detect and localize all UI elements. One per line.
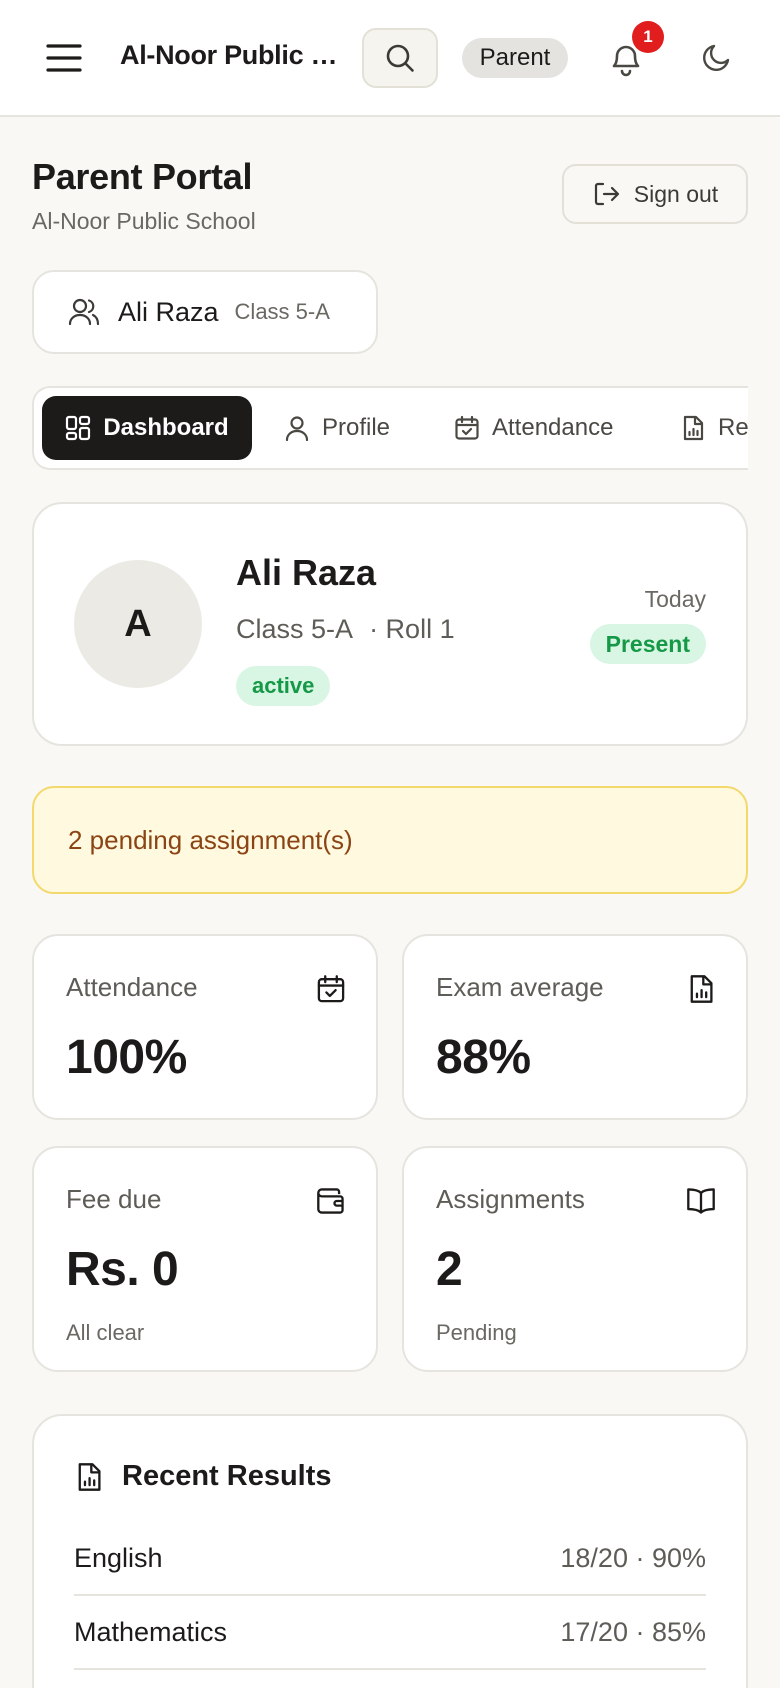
calendar-check-icon bbox=[454, 415, 480, 441]
tab-bar: Dashboard Profile Attendance Re bbox=[32, 386, 748, 470]
student-roll: · Roll 1 bbox=[369, 614, 455, 644]
theme-toggle-button[interactable] bbox=[700, 40, 734, 74]
notification-count-badge: 1 bbox=[632, 21, 664, 53]
today-label: Today bbox=[644, 586, 706, 612]
result-row: Mathematics 17/20 · 85% bbox=[74, 1596, 706, 1670]
user-icon bbox=[284, 415, 310, 441]
tab-label: Profile bbox=[322, 414, 391, 441]
student-class: Class 5-A bbox=[236, 614, 352, 644]
tab-attendance[interactable]: Attendance bbox=[454, 396, 613, 460]
avatar: A bbox=[74, 560, 202, 688]
menu-icon[interactable] bbox=[44, 38, 84, 78]
stat-value: 100% bbox=[66, 1031, 187, 1084]
page-title: Parent Portal bbox=[32, 156, 253, 197]
student-meta: Class 5-A · Roll 1 bbox=[236, 614, 455, 645]
child-class: Class 5-A bbox=[234, 299, 330, 324]
status-badge: active bbox=[236, 666, 331, 706]
school-name: Al-Noor Public School bbox=[120, 40, 338, 70]
moon-icon bbox=[700, 40, 734, 74]
file-chart-icon bbox=[74, 1462, 104, 1492]
users-icon bbox=[68, 296, 100, 328]
result-row: English 18/20 · 90% bbox=[74, 1522, 706, 1596]
attendance-stat-card: Attendance 100% bbox=[32, 934, 378, 1120]
results-title: Recent Results bbox=[122, 1460, 332, 1492]
attendance-status-badge: Present bbox=[589, 624, 706, 664]
search-icon bbox=[384, 42, 416, 74]
student-name: Ali Raza bbox=[236, 552, 377, 593]
stat-value: 2 bbox=[436, 1243, 463, 1296]
results-header: Recent Results bbox=[74, 1460, 332, 1493]
stat-value: Rs. 0 bbox=[66, 1243, 179, 1296]
student-summary-card: A Ali Raza Class 5-A · Roll 1 active Tod… bbox=[32, 502, 748, 746]
tab-label: Dashboard bbox=[103, 414, 229, 441]
calendar-check-icon bbox=[316, 974, 346, 1004]
wallet-icon bbox=[316, 1186, 346, 1216]
result-subject: English bbox=[74, 1542, 163, 1573]
stat-label: Assignments bbox=[436, 1184, 585, 1214]
stat-subtext: All clear bbox=[66, 1320, 145, 1345]
child-selector[interactable]: Ali Raza Class 5-A bbox=[32, 270, 378, 354]
recent-results-card: Recent Results English 18/20 · 90% Mathe… bbox=[32, 1414, 748, 1688]
tab-profile[interactable]: Profile bbox=[284, 396, 390, 460]
assignments-stat-card: Assignments 2 Pending bbox=[402, 1146, 748, 1372]
tab-label: Re bbox=[718, 414, 748, 441]
pending-assignments-alert: 2 pending assignment(s) bbox=[32, 786, 748, 894]
result-subject: Mathematics bbox=[74, 1616, 228, 1647]
stat-label: Fee due bbox=[66, 1184, 162, 1214]
stat-subtext: Pending bbox=[436, 1320, 517, 1345]
file-chart-icon bbox=[686, 974, 716, 1004]
stat-label: Exam average bbox=[436, 972, 604, 1002]
fee-due-stat-card: Fee due Rs. 0 All clear bbox=[32, 1146, 378, 1372]
sign-out-label: Sign out bbox=[633, 180, 719, 207]
result-score: 18/20 · 90% bbox=[560, 1542, 706, 1573]
result-score: 17/20 · 85% bbox=[560, 1616, 706, 1647]
tab-reports[interactable]: Re bbox=[680, 396, 748, 460]
search-button[interactable] bbox=[362, 28, 438, 88]
sign-out-button[interactable]: Sign out bbox=[562, 164, 748, 224]
role-badge: Parent bbox=[462, 38, 568, 78]
tab-label: Attendance bbox=[492, 414, 614, 441]
tab-dashboard[interactable]: Dashboard bbox=[42, 396, 252, 460]
child-name: Ali Raza bbox=[118, 296, 219, 327]
exam-average-stat-card: Exam average 88% bbox=[402, 934, 748, 1120]
page-subtitle: Al-Noor Public School bbox=[32, 208, 256, 234]
book-open-icon bbox=[686, 1186, 716, 1216]
log-out-icon bbox=[592, 180, 620, 208]
file-chart-icon bbox=[680, 415, 706, 441]
top-bar: Al-Noor Public School Parent 1 bbox=[0, 0, 780, 117]
stat-value: 88% bbox=[436, 1031, 531, 1084]
stat-label: Attendance bbox=[66, 972, 198, 1002]
dashboard-icon bbox=[65, 415, 91, 441]
